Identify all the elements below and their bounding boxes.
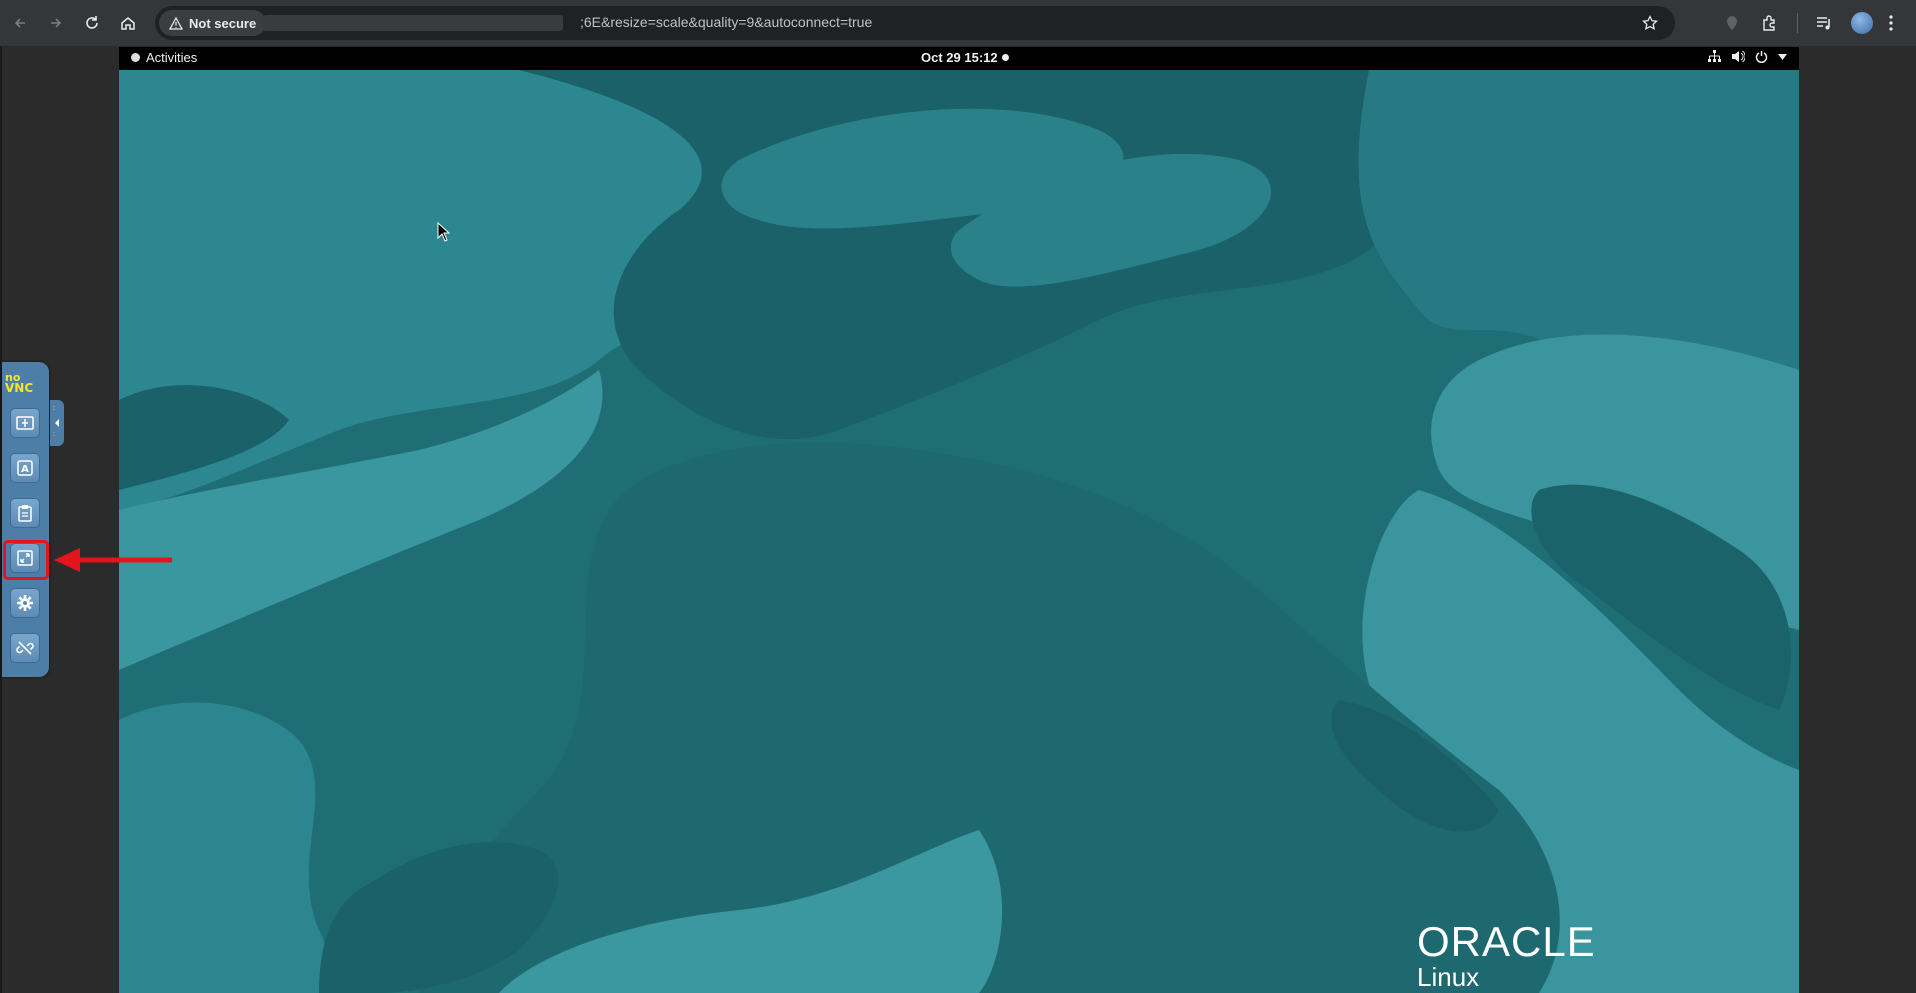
notification-dot-icon	[1001, 54, 1009, 61]
reload-icon	[86, 16, 98, 29]
url-text[interactable]: ​;6E&resize=scale&quality=9&autoconnect=…	[580, 14, 872, 30]
profile-button[interactable]	[1851, 11, 1873, 35]
activities-label: Activities	[146, 50, 198, 65]
bookmark-button[interactable]	[1639, 12, 1661, 34]
browser-menu-button[interactable]	[1889, 11, 1893, 35]
media-button[interactable]	[1815, 11, 1833, 35]
wallpaper	[119, 70, 1799, 993]
remote-desktop[interactable]: Activities Oct 29 15:12 ORACLE Linux	[119, 47, 1799, 993]
url-redacted	[263, 15, 563, 31]
chevron-left-icon	[53, 406, 59, 438]
novnc-control-bar: no VNC A	[2, 362, 49, 677]
disconnect-icon	[16, 641, 34, 655]
gear-icon	[17, 595, 33, 611]
extra-keys-button[interactable]: A	[10, 453, 40, 483]
browser-toolbar: Not secure ​;6E&resize=scale&quality=9&a…	[0, 0, 1916, 46]
gnome-top-bar: Activities Oct 29 15:12	[119, 47, 1799, 70]
clock-label: Oct 29 15:12	[921, 50, 998, 65]
avatar	[1851, 12, 1873, 34]
network-icon	[1708, 50, 1721, 62]
activities-icon	[131, 53, 140, 62]
red-arrow-icon	[54, 548, 172, 572]
back-icon	[14, 18, 25, 28]
keyboard-keys-icon: A	[17, 460, 33, 476]
menu-icon	[1889, 15, 1893, 31]
oracle-linux-logo: ORACLE Linux	[1417, 918, 1596, 993]
drag-viewport-icon	[16, 416, 34, 430]
extensions-icon	[1763, 15, 1775, 31]
clock[interactable]: Oct 29 15:12	[921, 50, 1009, 65]
extensions-button[interactable]	[1761, 11, 1779, 35]
volume-icon	[1732, 50, 1745, 63]
settings-button[interactable]	[10, 588, 40, 618]
warning-icon	[169, 16, 183, 30]
address-bar[interactable]: Not secure ​;6E&resize=scale&quality=9&a…	[155, 6, 1675, 40]
toolbar-divider	[1797, 13, 1798, 33]
clipboard-icon	[18, 505, 32, 522]
reload-button[interactable]	[80, 11, 104, 35]
activities-button[interactable]: Activities	[131, 50, 197, 65]
clipboard-button[interactable]	[10, 498, 40, 528]
security-chip[interactable]: Not secure	[159, 10, 267, 36]
drag-viewport-button[interactable]	[10, 408, 40, 438]
power-icon	[1755, 51, 1768, 63]
system-tray[interactable]	[1708, 50, 1787, 63]
home-icon	[121, 17, 135, 30]
star-icon	[1642, 15, 1658, 31]
media-icon	[1817, 17, 1830, 30]
chevron-down-icon	[1778, 53, 1787, 60]
mouse-cursor-icon	[437, 222, 450, 242]
novnc-logo-bottom: VNC	[5, 381, 34, 395]
highlight-box	[3, 540, 49, 580]
linux-wordmark: Linux	[1417, 962, 1480, 992]
security-label: Not secure	[189, 15, 257, 31]
svg-text:A: A	[21, 464, 29, 475]
forward-button[interactable]	[44, 11, 68, 35]
disconnect-button[interactable]	[10, 633, 40, 663]
back-button[interactable]	[8, 11, 32, 35]
oracle-wordmark: ORACLE	[1417, 918, 1596, 965]
novnc-panel-handle[interactable]	[50, 400, 64, 446]
forward-icon	[51, 18, 62, 28]
location-button[interactable]	[1725, 11, 1739, 35]
novnc-logo: no VNC	[5, 372, 33, 394]
home-button[interactable]	[116, 11, 140, 35]
location-icon	[1727, 16, 1737, 30]
